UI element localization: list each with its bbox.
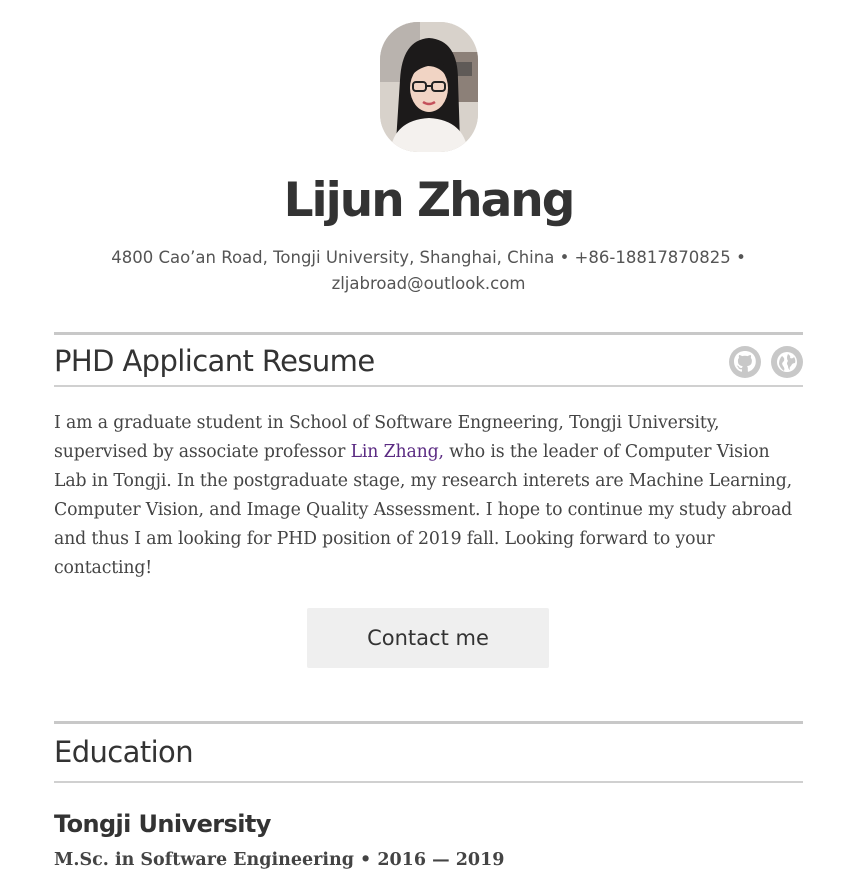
contact-info-email: zljabroad@outlook.com bbox=[54, 271, 803, 297]
address: 4800 Cao’an Road, Tongji University, Sha… bbox=[111, 248, 555, 267]
summary-paragraph: I am a graduate student in School of Sof… bbox=[54, 409, 803, 583]
contact-info: 4800 Cao’an Road, Tongji University, Sha… bbox=[54, 245, 803, 271]
globe-icon[interactable] bbox=[771, 346, 803, 378]
phone-number: +86-18817870825 bbox=[574, 248, 731, 267]
contact-me-button[interactable]: Contact me bbox=[307, 608, 549, 668]
education-section-title: Education bbox=[54, 735, 194, 769]
github-icon[interactable] bbox=[729, 346, 761, 378]
separator: • bbox=[360, 850, 372, 870]
separator: • bbox=[736, 248, 746, 267]
degree-name: M.Sc. in Software Engineering bbox=[54, 850, 354, 870]
education-school: Tongji University bbox=[54, 810, 271, 838]
person-name: Lijun Zhang bbox=[283, 173, 576, 228]
education-degree-line: M.Sc. in Software Engineering • 2016 — 2… bbox=[54, 846, 504, 874]
summary-text: who is the leader of Computer Vision Lab… bbox=[54, 442, 793, 578]
separator: • bbox=[559, 248, 570, 267]
avatar bbox=[380, 22, 478, 152]
section-title-underline bbox=[54, 781, 803, 783]
section-divider bbox=[54, 721, 803, 724]
section-divider bbox=[54, 332, 803, 335]
email-address: zljabroad@outlook.com bbox=[331, 274, 526, 293]
resume-section-title: PHD Applicant Resume bbox=[54, 344, 375, 378]
advisor-link[interactable]: Lin Zhang, bbox=[351, 442, 444, 462]
degree-years: 2016 — 2019 bbox=[377, 850, 505, 870]
section-title-underline bbox=[54, 385, 803, 387]
